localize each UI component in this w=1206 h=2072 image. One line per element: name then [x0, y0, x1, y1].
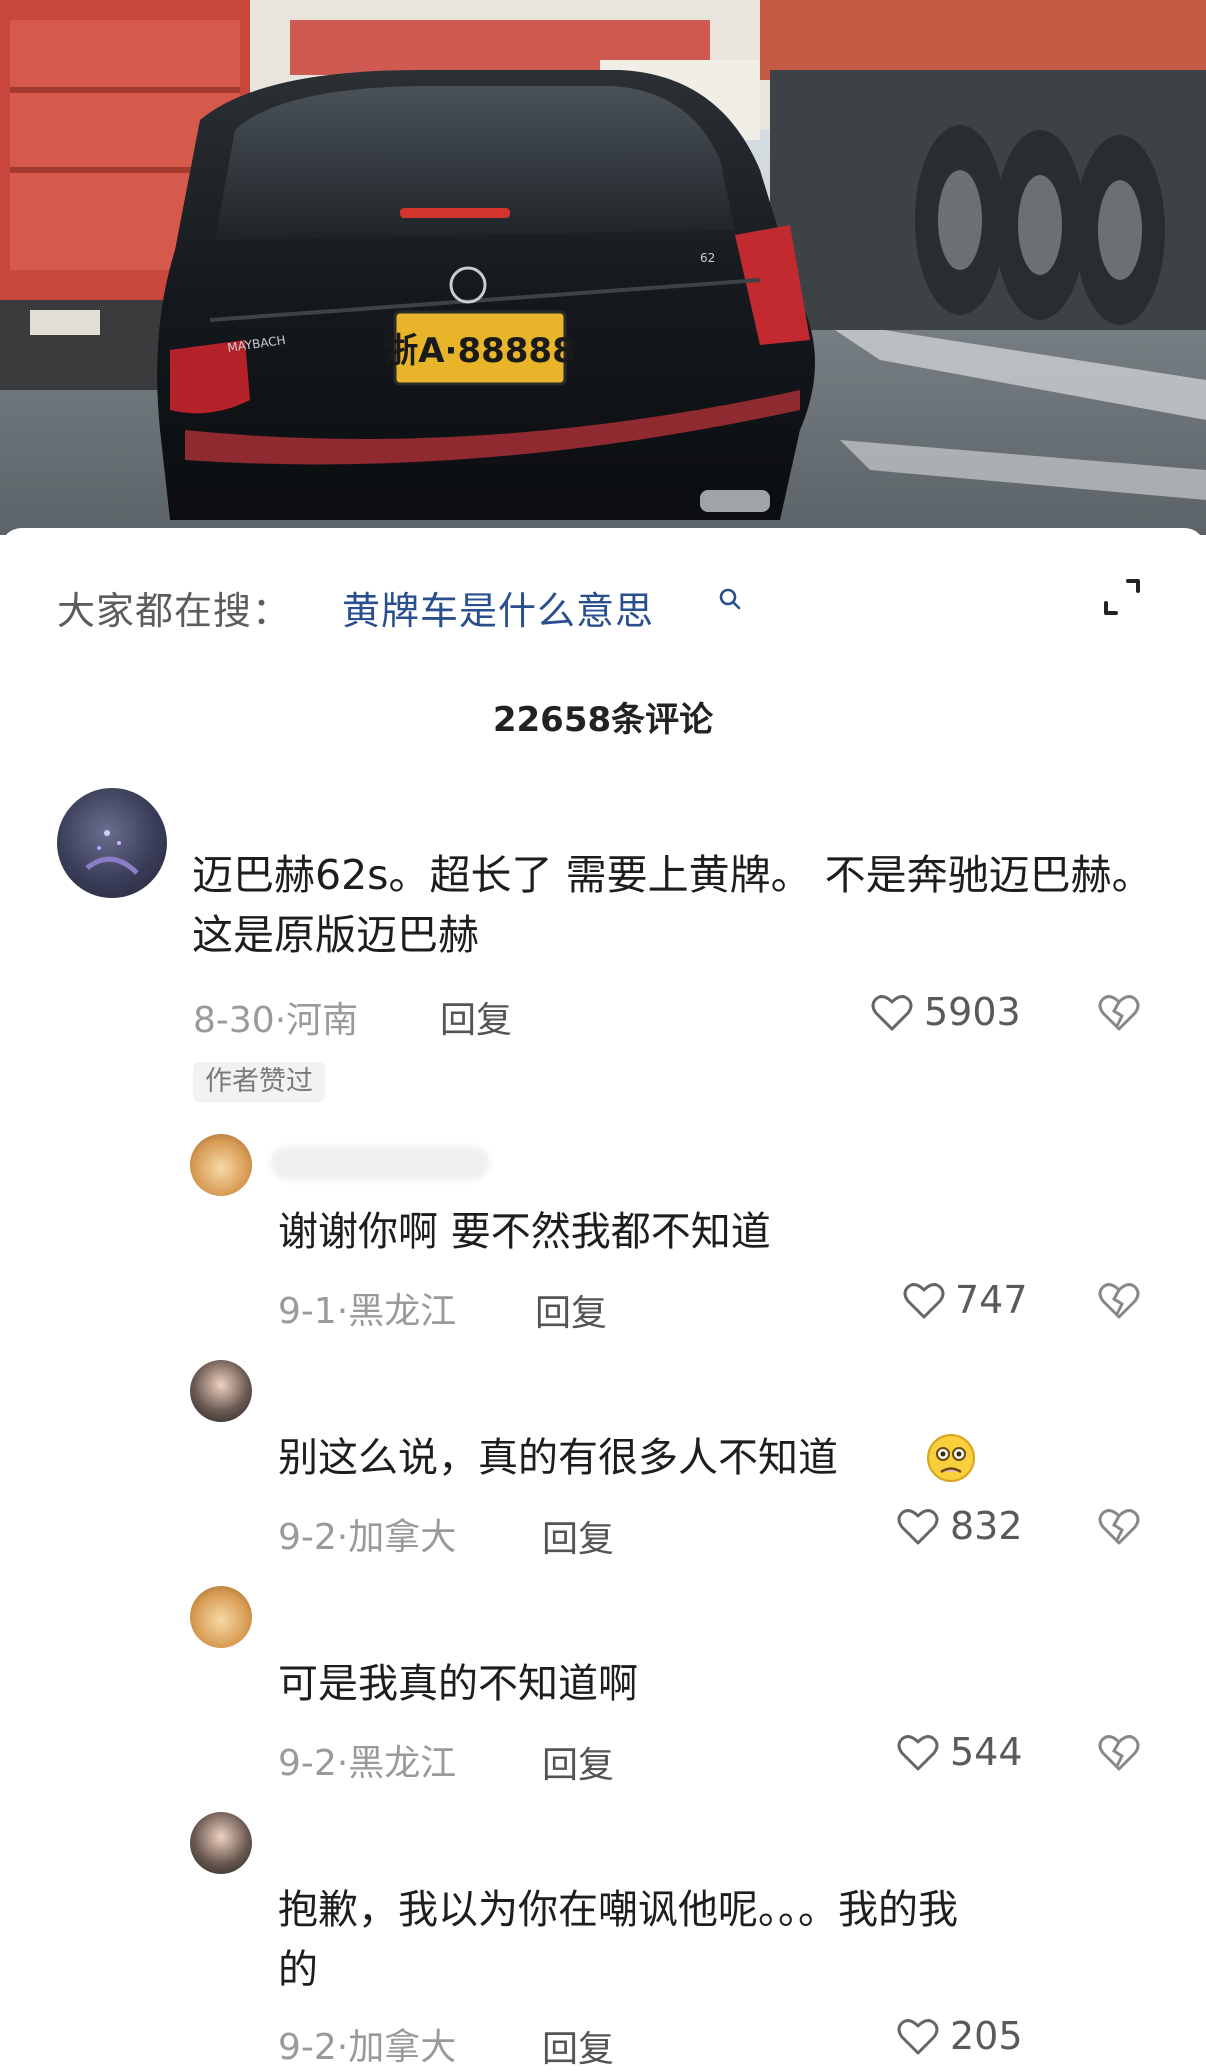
- reply-date: 9-2·加拿大: [278, 2027, 457, 2068]
- reply-text: 可是我真的不知道啊: [278, 1661, 638, 1707]
- search-suggestion-link[interactable]: 黄牌车是什么意思: [342, 580, 654, 635]
- reply-text-line1: 抱歉，我以为你在嘲讽他呢。。。我的我: [278, 1887, 958, 1933]
- video-frame[interactable]: 浙A·88888 MAYBACH 62: [0, 0, 1206, 535]
- reply-button[interactable]: 回复: [542, 2020, 614, 2072]
- dislike-icon[interactable]: [1097, 993, 1141, 1033]
- reply-text-line2: 的: [278, 1947, 318, 1993]
- face-emoji-icon: [927, 1434, 975, 1482]
- dislike-icon[interactable]: [1097, 1281, 1141, 1321]
- like-count: 544: [950, 1730, 1023, 1774]
- avatar[interactable]: [190, 1812, 252, 1874]
- reply-button[interactable]: 回复: [440, 991, 512, 1043]
- comment-count: 22658条评论: [492, 700, 714, 740]
- reply-button[interactable]: 回复: [542, 1736, 614, 1788]
- avatar[interactable]: [190, 1360, 252, 1422]
- reply-date: 9-1·黑龙江: [278, 1291, 457, 1332]
- like-count: 5903: [924, 990, 1021, 1034]
- reply-button[interactable]: 回复: [542, 1510, 614, 1562]
- avatar[interactable]: [57, 788, 167, 898]
- heart-icon[interactable]: [896, 1507, 940, 1547]
- avatar-image: [85, 830, 139, 875]
- reply-date: 9-2·黑龙江: [278, 1743, 457, 1784]
- dislike-icon[interactable]: [1097, 1507, 1141, 1547]
- like-count: 747: [955, 1278, 1028, 1322]
- heart-icon[interactable]: [896, 1733, 940, 1773]
- like-count: 832: [950, 1504, 1023, 1548]
- like-count: 205: [950, 2014, 1023, 2058]
- expand-icon[interactable]: [1098, 573, 1146, 621]
- reply-text: 谢谢你啊 要不然我都不知道: [278, 1209, 771, 1255]
- reply-date: 9-2·加拿大: [278, 1517, 457, 1558]
- heart-icon[interactable]: [870, 993, 914, 1033]
- author-liked-badge: 作者赞过: [193, 1062, 325, 1102]
- reply-button[interactable]: 回复: [535, 1284, 607, 1336]
- avatar[interactable]: [190, 1134, 252, 1196]
- avatar[interactable]: [190, 1586, 252, 1648]
- heart-icon[interactable]: [896, 2017, 940, 2057]
- comment-date: 8-30·河南: [193, 1000, 359, 1041]
- trunk-badge: 62: [700, 251, 715, 265]
- reply-text: 别这么说，真的有很多人不知道: [278, 1435, 838, 1481]
- search-suggestion-prefix: 大家都在搜：: [57, 589, 292, 633]
- comment-text: 迈巴赫62s。超长了 需要上黄牌。 不是奔驰迈巴赫。这是原版迈巴赫: [192, 851, 1153, 959]
- username-blurred: [270, 1146, 490, 1180]
- license-plate-text: 浙A·88888: [384, 331, 576, 371]
- search-icon[interactable]: [716, 585, 746, 615]
- heart-icon[interactable]: [902, 1281, 946, 1321]
- car-photo: 浙A·88888 MAYBACH 62: [0, 0, 1206, 535]
- dislike-icon[interactable]: [1097, 1733, 1141, 1773]
